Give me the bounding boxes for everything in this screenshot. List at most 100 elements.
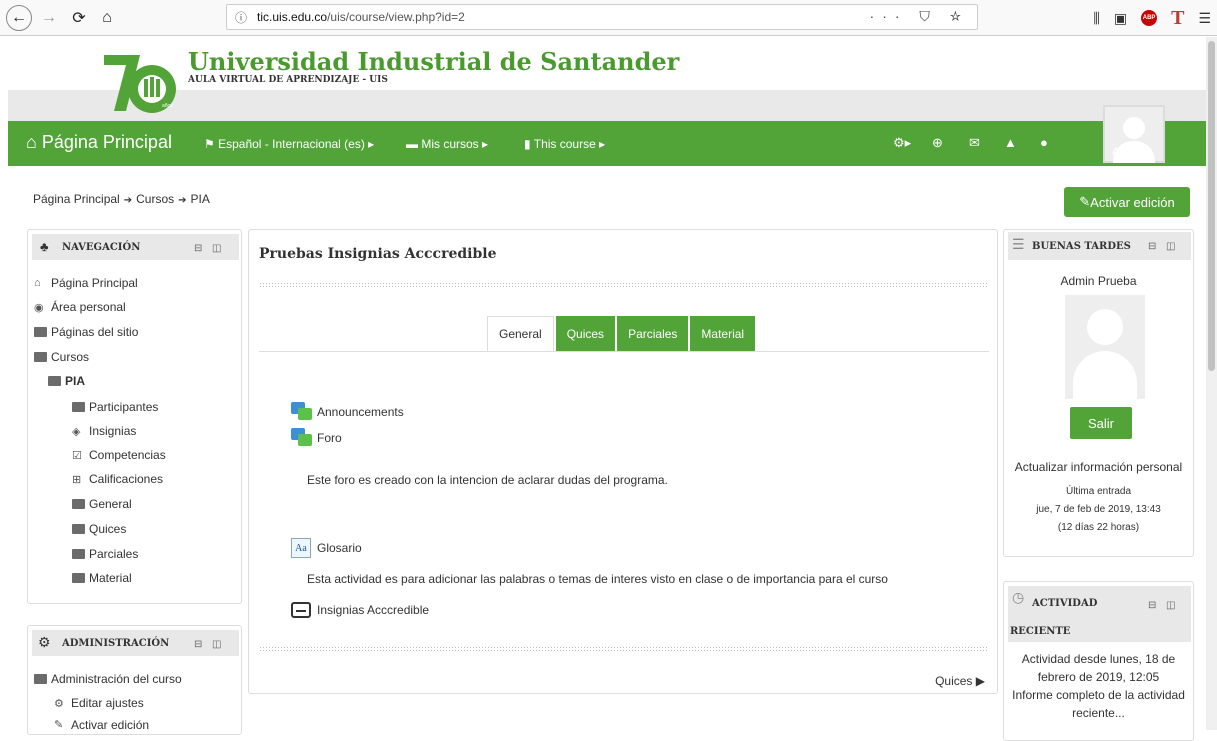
nav-item-badges[interactable]: ◈ Insignias — [72, 424, 136, 438]
nav-item-general[interactable]: General — [72, 497, 132, 511]
nav-item-grades[interactable]: ⊞ Calificaciones — [72, 472, 163, 486]
site-subtitle: AULA VIRTUAL DE APRENDIZAJE - UIS — [188, 75, 388, 85]
chat-icon[interactable]: ● — [1040, 135, 1048, 150]
activity-announcements[interactable]: Announcements — [291, 402, 404, 422]
shield-icon: ◈ — [72, 425, 81, 438]
nav-item-site-pages[interactable]: Páginas del sitio — [34, 325, 138, 339]
tab-material[interactable]: Material — [690, 316, 756, 352]
home-icon: ⌂ — [34, 277, 41, 289]
activity-foro[interactable]: Foro — [291, 428, 342, 448]
site-header: años Universidad Industrial de Santander… — [8, 37, 1206, 121]
forum-icon — [291, 402, 313, 422]
nav-item-label: General — [89, 497, 132, 511]
nav-item-course-pia[interactable]: PIA — [48, 374, 85, 388]
activity-insignias[interactable]: Insignias Acccredible — [291, 602, 429, 618]
tab-parciales[interactable]: Parciales — [617, 316, 689, 352]
nav-item-dashboard[interactable]: ◉ Área personal — [34, 300, 126, 314]
recent-activity-header: ◷ ACTIVIDAD RECIENTE ⊟ ◫ — [1008, 586, 1191, 642]
forward-icon[interactable]: → — [36, 5, 62, 31]
site-title[interactable]: Universidad Industrial de Santander — [188, 47, 679, 76]
folder-icon — [72, 524, 85, 534]
full-report-link-line1[interactable]: Informe completo de la actividad — [1004, 688, 1193, 702]
dashboard-icon: ◉ — [34, 301, 44, 314]
home-icon: ⌂ — [26, 132, 42, 152]
logged-user-block: ☰ BUENAS TARDES ⊟ ◫ Admin Prueba Salir A… — [1003, 229, 1194, 557]
folder-icon — [72, 402, 85, 412]
activity-label: Insignias Acccredible — [317, 603, 430, 617]
reload-icon[interactable]: ⟳ — [66, 5, 92, 31]
admin-item-turn-editing-on[interactable]: ✎ Activar edición — [54, 718, 149, 734]
admin-item-edit-settings[interactable]: ⚙ Editar ajustes — [54, 696, 144, 710]
envelope-icon[interactable]: ✉ — [969, 135, 980, 151]
sidebar-icon[interactable]: ▣ — [1114, 10, 1127, 27]
nav-item-label: Calificaciones — [89, 472, 164, 486]
cog-icon: ⚙ — [54, 697, 64, 710]
admin-item-course-admin[interactable]: Administración del curso — [34, 672, 182, 686]
tab-underline — [259, 351, 989, 352]
dock-icon[interactable]: ◫ — [212, 243, 221, 254]
user-fullname[interactable]: Admin Prueba — [1004, 274, 1193, 288]
dock-icon[interactable]: ◫ — [1166, 600, 1175, 611]
home-icon[interactable]: ⌂ — [94, 5, 120, 31]
breadcrumb-courses[interactable]: Cursos — [136, 192, 174, 206]
list-icon: ☰ — [1012, 236, 1025, 252]
nav-home[interactable]: ⌂ Página Principal — [26, 132, 172, 153]
adblock-icon[interactable]: ABP — [1141, 10, 1158, 26]
breadcrumb-course[interactable]: PIA — [191, 192, 210, 206]
user-menu[interactable]: Admin ▸ — [1112, 145, 1152, 158]
collapse-icon[interactable]: ⊟ — [1148, 241, 1156, 252]
extension-t-icon[interactable]: T — [1171, 7, 1184, 30]
logout-button[interactable]: Salir — [1070, 407, 1132, 439]
navigation-block: ♣ NAVEGACIÓN ⊟ ◫ ⌂ Página Principal ◉ Área… — [27, 229, 242, 604]
info-icon[interactable]: ⓘ — [235, 9, 247, 26]
update-profile-link[interactable]: Actualizar información personal — [1004, 460, 1193, 474]
nav-my-courses[interactable]: ▬ Mis cursos ▸ — [406, 137, 488, 151]
address-bar[interactable]: ⓘ tic.uis.edu.co /uis/course/view.php?id… — [226, 4, 978, 30]
collapse-icon[interactable]: ⊟ — [194, 639, 202, 650]
nav-item-courses[interactable]: Cursos — [34, 350, 89, 364]
settings-icon[interactable]: ⚙▸ — [893, 135, 911, 151]
breadcrumb-home[interactable]: Página Principal — [33, 192, 120, 206]
tab-general[interactable]: General — [487, 316, 554, 352]
turn-editing-on-button[interactable]: ✎ Activar edición — [1064, 187, 1190, 217]
gears-icon: ⚙ — [38, 634, 51, 650]
pencil-icon: ✎ — [54, 719, 64, 731]
scrollbar-thumb[interactable] — [1208, 41, 1215, 371]
dock-icon[interactable]: ◫ — [1166, 241, 1175, 252]
nav-item-material[interactable]: Material — [72, 571, 132, 585]
library-icon[interactable]: ⫼ — [1093, 10, 1099, 27]
folder-icon — [72, 549, 85, 559]
back-icon[interactable]: ← — [6, 4, 32, 31]
glosario-description: Esta actividad es para adicionar las pal… — [307, 572, 888, 586]
add-block-icon[interactable]: ⊕ — [932, 135, 943, 151]
uis-70-logo[interactable]: años — [96, 51, 182, 119]
folder-open-icon — [48, 376, 61, 386]
activity-glosario[interactable]: Aa Glosario — [291, 538, 362, 558]
nav-item-competencies[interactable]: ☑ Competencias — [72, 448, 166, 462]
nav-item-label: Parciales — [89, 547, 139, 561]
recent-activity-title-line1: ACTIVIDAD — [1032, 598, 1098, 609]
tab-quices[interactable]: Quices — [555, 316, 616, 352]
nav-this-course[interactable]: ▮ This course ▸ — [524, 137, 605, 151]
nav-item-label: Competencias — [89, 448, 166, 462]
page-scrollbar[interactable] — [1206, 37, 1217, 730]
nav-item-participants[interactable]: Participantes — [72, 400, 158, 414]
full-report-link-line2[interactable]: reciente... — [1004, 706, 1193, 720]
dock-icon[interactable]: ◫ — [212, 639, 221, 650]
bell-icon[interactable]: ▲ — [1004, 135, 1017, 150]
forum-icon — [291, 428, 313, 448]
nav-item-home[interactable]: ⌂ Página Principal — [34, 276, 138, 290]
nav-item-quices[interactable]: Quices — [72, 522, 126, 536]
last-access-label: Última entrada — [1065, 486, 1132, 497]
collapse-icon[interactable]: ⊟ — [194, 243, 202, 254]
nav-language[interactable]: ⚑ Español - Internacional (es) ▸ — [204, 137, 374, 151]
menu-icon[interactable]: ☰ — [1198, 10, 1211, 27]
foro-description: Este foro es creado con la intencion de … — [307, 473, 668, 487]
user-picture[interactable] — [1065, 295, 1145, 399]
sitemap-icon: ♣ — [40, 239, 49, 254]
collapse-icon[interactable]: ⊟ — [1148, 600, 1156, 611]
nav-item-parciales[interactable]: Parciales — [72, 547, 138, 561]
page-actions-icon[interactable]: ··· ⛉ ☆ — [870, 8, 969, 25]
next-section-link[interactable]: Quices ▶ — [935, 674, 985, 688]
section-divider — [259, 282, 989, 289]
